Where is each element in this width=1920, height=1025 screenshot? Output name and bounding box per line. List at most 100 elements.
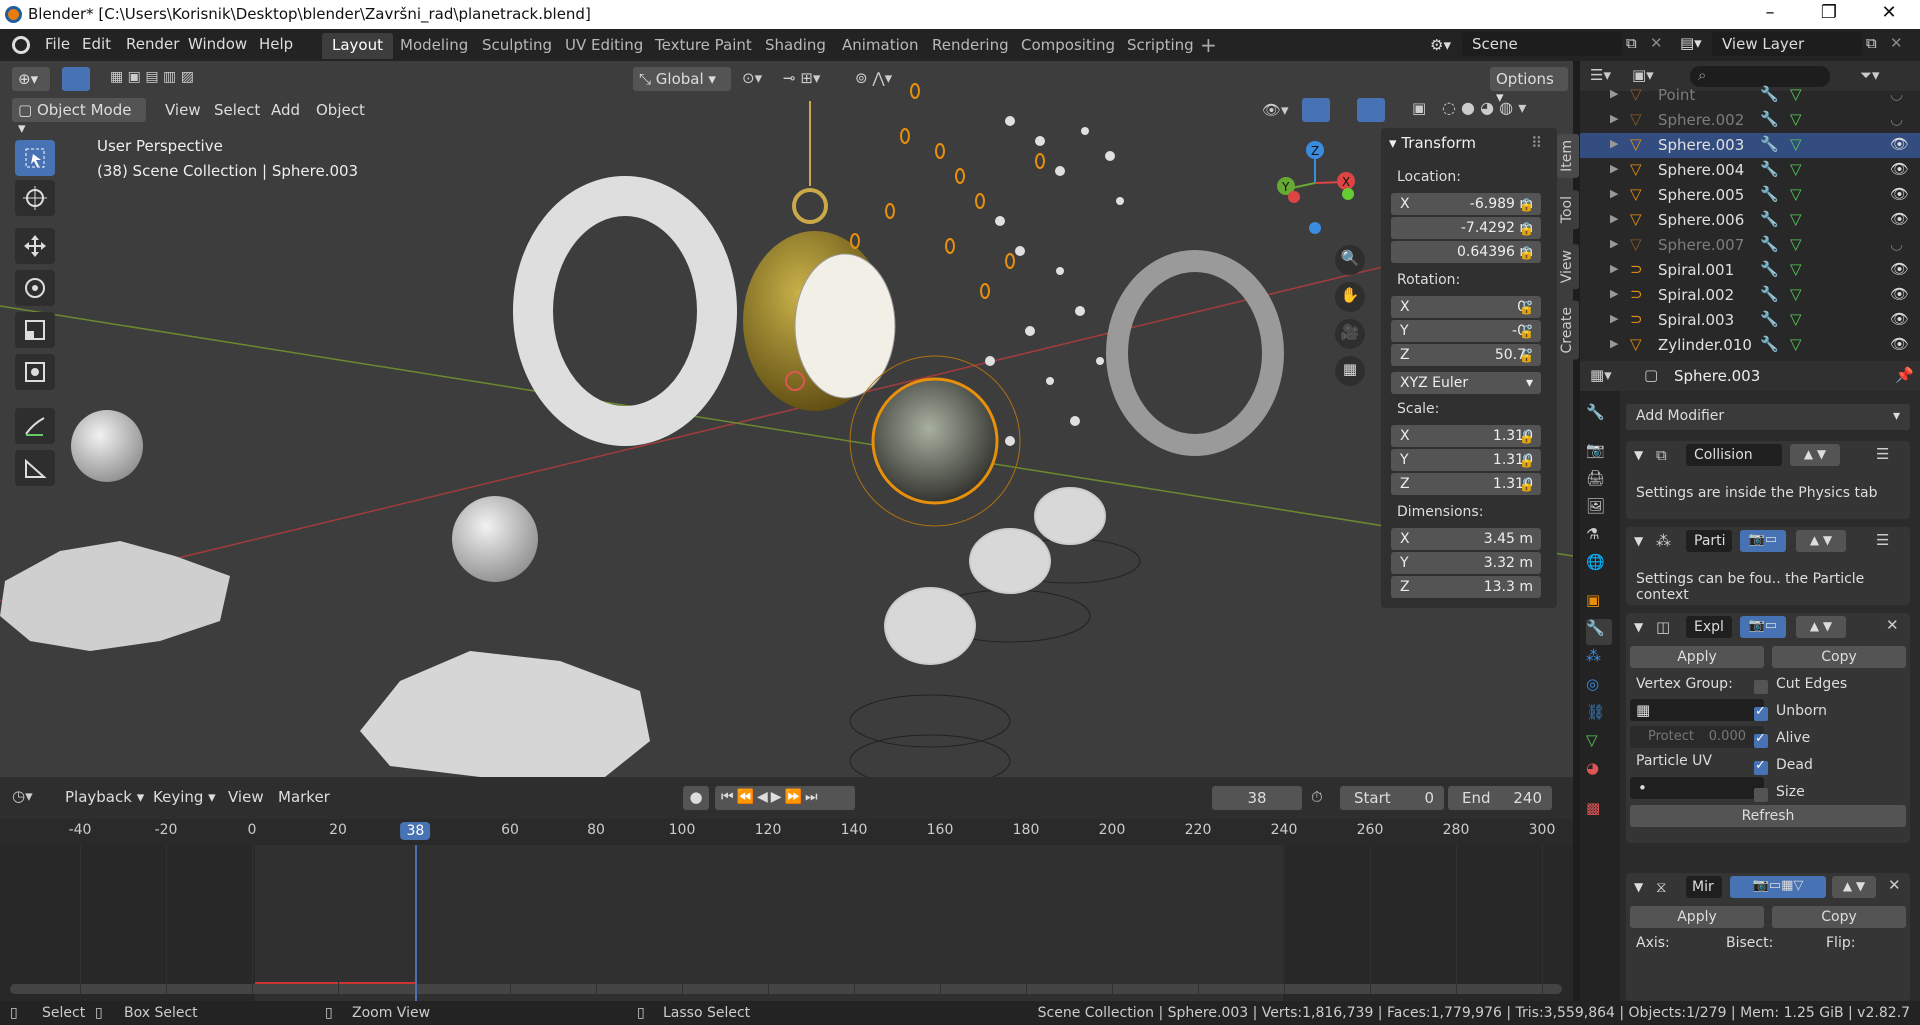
select-box-tool[interactable] — [15, 140, 55, 176]
expand-icon[interactable]: ▶ — [1610, 237, 1618, 250]
pan-hand-icon[interactable]: ✋ — [1335, 282, 1365, 312]
visibility-eye-icon[interactable]: ◡ — [1890, 110, 1903, 128]
texture-tab-icon[interactable]: ▩ — [1586, 799, 1612, 825]
modifier-name-field[interactable]: Mir — [1686, 876, 1722, 898]
current-frame-marker[interactable]: 38 — [400, 822, 431, 840]
snap-icon[interactable]: ⊸ ⊞▾ — [783, 69, 820, 87]
expand-icon[interactable]: ▶ — [1610, 87, 1618, 100]
apply-button[interactable]: Apply — [1630, 646, 1764, 668]
data-icon[interactable]: ▽ — [1790, 310, 1802, 328]
dimensions-x-field[interactable]: X 3.45 m — [1391, 528, 1541, 550]
editor-type-icon[interactable]: ⊕▾ — [12, 67, 50, 91]
tab-layout[interactable]: Layout — [322, 33, 393, 59]
expand-icon[interactable]: ▶ — [1610, 212, 1618, 225]
outliner-row[interactable]: ▶ ⊃ Spiral.001 🔧 ▽ 👁 — [1580, 258, 1920, 283]
constraints-tab-icon[interactable]: ⛓ — [1586, 703, 1612, 729]
transform-header[interactable]: ▾ Transform — [1389, 134, 1476, 152]
particles-tab-icon[interactable]: ⁂ — [1586, 647, 1612, 673]
filter-icon[interactable]: ⏷▾ — [1860, 66, 1880, 84]
timeline-view[interactable]: View — [228, 788, 264, 806]
particle-uv-field[interactable]: • — [1630, 777, 1764, 799]
data-icon[interactable]: ▽ — [1790, 160, 1802, 178]
modifier-icon[interactable]: 🔧 — [1760, 260, 1779, 278]
scene-field[interactable]: Scene — [1462, 32, 1622, 56]
visibility-eye-icon[interactable]: ◡ — [1890, 235, 1903, 253]
view-layer-field[interactable]: View Layer — [1712, 32, 1862, 56]
delete-scene-icon[interactable]: ✕ — [1650, 34, 1663, 52]
menu-edit[interactable]: Edit — [82, 35, 111, 53]
timeline-ruler[interactable] — [0, 819, 1573, 845]
panel-drag-icon[interactable]: ⠿ — [1531, 134, 1542, 152]
world-tab-icon[interactable]: 🌐 — [1586, 553, 1612, 579]
minimize-icon[interactable]: – — [1747, 2, 1793, 23]
tab-animation[interactable]: Animation — [832, 33, 928, 59]
selected-disco-sphere[interactable] — [871, 377, 999, 505]
mirror-toggles[interactable]: 📷▭▦▽ — [1730, 876, 1826, 898]
tab-compositing[interactable]: Compositing — [1011, 33, 1125, 59]
transform-tool[interactable] — [15, 354, 55, 390]
visibility-icon[interactable]: 👁▾ — [1262, 101, 1289, 119]
collapse-icon[interactable]: ▼ — [1634, 880, 1643, 894]
move-up-down-icon[interactable]: ▲ ▼ — [1790, 444, 1840, 466]
end-frame-field[interactable]: End 240 — [1448, 786, 1552, 810]
collapse-icon[interactable]: ▼ — [1634, 534, 1643, 548]
blender-menu-icon[interactable] — [12, 36, 30, 54]
grid-ortho-icon[interactable]: ▦ — [1335, 356, 1365, 386]
properties-editor-icon[interactable]: ▦▾ — [1590, 366, 1612, 384]
data-icon[interactable]: ▽ — [1790, 285, 1802, 303]
dead-checkbox[interactable] — [1754, 758, 1768, 775]
modifier-menu-icon[interactable]: ☰ — [1876, 445, 1889, 463]
apply-button[interactable]: Apply — [1630, 906, 1764, 928]
visibility-eye-icon[interactable]: 👁 — [1890, 185, 1909, 203]
pin-icon[interactable]: 📌 — [1895, 366, 1914, 384]
zoom-icon[interactable]: 🔍 — [1335, 245, 1365, 275]
tab-item[interactable]: Item — [1557, 134, 1579, 178]
rotation-lock-icons[interactable]: 🔓 🔓 🔓 — [1519, 296, 1534, 368]
render-tab-icon[interactable]: 📷 — [1586, 441, 1612, 467]
collapse-icon[interactable]: ▼ — [1634, 448, 1643, 462]
move-tool[interactable] — [15, 228, 55, 264]
visibility-eye-icon[interactable]: ◡ — [1890, 85, 1903, 103]
camera-view-icon[interactable]: 🎥 — [1335, 319, 1365, 349]
protect-field[interactable]: Protect 0.000 — [1630, 726, 1764, 748]
outliner-row[interactable]: ▶ ▽ Zylinder.010 🔧 ▽ 👁 — [1580, 333, 1920, 358]
modifier-icon[interactable]: 🔧 — [1760, 310, 1779, 328]
tab-uv-editing[interactable]: UV Editing — [555, 33, 653, 59]
expand-icon[interactable]: ▶ — [1610, 312, 1618, 325]
scale-tool[interactable] — [15, 312, 55, 348]
scene-selector-icon[interactable]: ⚙▾ — [1430, 36, 1451, 54]
scene-tab-icon[interactable]: ⚗ — [1586, 525, 1612, 551]
current-frame-field[interactable]: 38 — [1212, 786, 1302, 810]
view-layer-tab-icon[interactable]: 🖼 — [1586, 497, 1612, 523]
start-frame-field[interactable]: Start 0 — [1340, 786, 1444, 810]
data-icon[interactable]: ▽ — [1790, 260, 1802, 278]
modifier-icon[interactable]: 🔧 — [1760, 185, 1779, 203]
timeline-keying[interactable]: Keying ▾ — [153, 788, 216, 806]
tab-tool[interactable]: Tool — [1557, 190, 1579, 230]
close-icon[interactable]: ✕ — [1866, 2, 1912, 23]
data-icon[interactable]: ▽ — [1790, 135, 1802, 153]
cut-edges-checkbox[interactable] — [1754, 680, 1768, 694]
outliner-row[interactable]: ▶ ▽ Point 🔧 ▽ ◡ — [1580, 83, 1920, 108]
dimensions-y-field[interactable]: Y 3.32 m — [1391, 552, 1541, 574]
outliner-row[interactable]: ▶ ▽ Sphere.002 🔧 ▽ ◡ — [1580, 108, 1920, 133]
playback-controls[interactable]: ⏮⏪◀▶⏩⏭ — [715, 786, 855, 810]
visibility-eye-icon[interactable]: 👁 — [1890, 160, 1909, 178]
menu-window[interactable]: Window — [188, 35, 247, 53]
options-dropdown[interactable]: Options ▾ — [1490, 67, 1568, 106]
dimensions-z-field[interactable]: Z 13.3 m — [1391, 576, 1541, 598]
display-mode-icon[interactable]: ▣▾ — [1632, 66, 1654, 84]
modifiers-tab-icon[interactable]: 🔧 — [1586, 619, 1612, 645]
timeline-scrollbar[interactable] — [10, 984, 1562, 994]
new-scene-icon[interactable]: ⧉ — [1626, 34, 1637, 52]
expand-icon[interactable]: ▶ — [1610, 262, 1618, 275]
shading-mode-icons[interactable]: ◌ ● ◕ ◍ ▾ — [1442, 98, 1552, 122]
tab-view[interactable]: View — [1557, 244, 1579, 290]
vp-menu-select[interactable]: Select — [214, 101, 260, 119]
modifier-icon[interactable]: 🔧 — [1760, 335, 1779, 353]
delete-view-layer-icon[interactable]: ✕ — [1890, 34, 1903, 52]
add-modifier-dropdown[interactable]: Add Modifier ▾ — [1626, 404, 1910, 430]
gizmo-toggle-icon[interactable] — [1302, 98, 1330, 122]
outliner-row[interactable]: ▶ ⊃ Spiral.002 🔧 ▽ 👁 — [1580, 283, 1920, 308]
tab-texture-paint[interactable]: Texture Paint — [645, 33, 762, 59]
